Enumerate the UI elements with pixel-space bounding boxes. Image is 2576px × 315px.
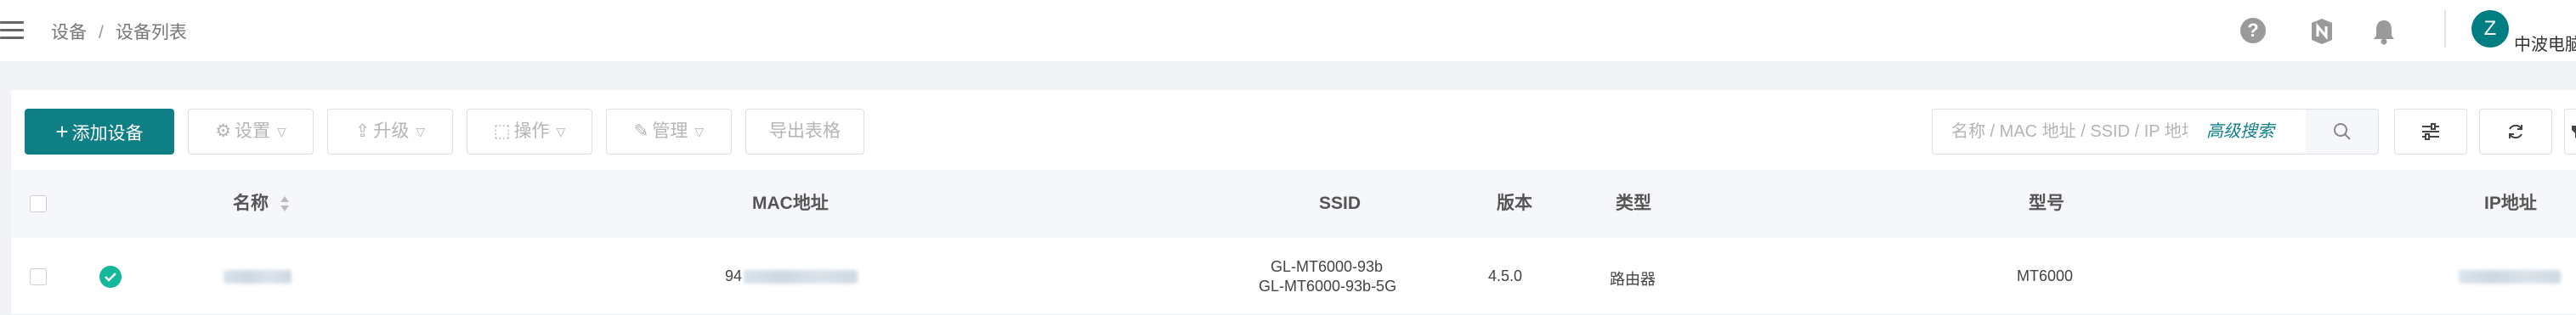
operate-label: 操作: [513, 121, 550, 141]
online-status-icon: [99, 266, 122, 288]
username[interactable]: 中波电脑: [2514, 31, 2576, 55]
gear-icon: ⚙: [215, 121, 232, 141]
chevron-down-icon: ▽: [694, 125, 705, 138]
column-type: 类型: [1616, 194, 1651, 213]
breadcrumb-device-list: 设备列表: [115, 23, 187, 42]
column-mac: MAC地址: [752, 194, 829, 213]
cursor-icon: ⬚: [493, 121, 511, 141]
add-device-button[interactable]: + 添加设备: [25, 109, 174, 155]
chevron-down-icon: ▽: [277, 125, 286, 138]
help-icon[interactable]: ?: [2240, 18, 2267, 45]
column-ssid: SSID: [1319, 194, 1362, 213]
header-divider: [2444, 10, 2446, 48]
sliders-icon: [2422, 123, 2439, 140]
mac-redacted: [744, 270, 858, 284]
export-table-button[interactable]: 导出表格: [745, 109, 864, 155]
menu-icon[interactable]: [0, 21, 25, 40]
bell-icon[interactable]: [2371, 18, 2398, 45]
upgrade-label: 升级: [373, 121, 410, 141]
upload-icon: ⇪: [354, 121, 371, 141]
chevron-down-icon: ▽: [416, 125, 426, 138]
add-device-label: 添加设备: [71, 124, 144, 143]
column-name[interactable]: 名称: [233, 170, 269, 238]
column-settings-button[interactable]: [2394, 109, 2467, 155]
notice-n-icon[interactable]: [2309, 18, 2336, 45]
refresh-icon: [2509, 124, 2522, 139]
device-type: 路由器: [1610, 271, 1656, 288]
settings-dropdown[interactable]: ⚙ 设置 ▽: [188, 109, 314, 155]
select-all-checkbox[interactable]: [30, 195, 47, 212]
table-row[interactable]: 94 GL-MT6000-93b GL-MT6000-93b-5G 4.5.0 …: [11, 238, 2576, 315]
search-icon: [2333, 123, 2351, 140]
row-checkbox[interactable]: [30, 268, 47, 285]
manage-label: 管理: [652, 121, 688, 141]
search-input[interactable]: [1933, 110, 2188, 154]
column-ip: IP地址: [2484, 194, 2537, 213]
ssid-2g: GL-MT6000-93b: [1271, 258, 1384, 275]
mac-prefix: 94: [725, 267, 743, 284]
breadcrumb-separator: /: [99, 23, 104, 42]
avatar[interactable]: Z: [2471, 10, 2509, 48]
filter-button[interactable]: [2564, 109, 2576, 155]
column-model: 型号: [2029, 194, 2064, 213]
top-header: 设备 / 设备列表 ? Z 中波电脑: [0, 0, 2576, 61]
column-version: 版本: [1497, 194, 1532, 213]
breadcrumb: 设备 / 设备列表: [51, 19, 187, 44]
breadcrumb-devices[interactable]: 设备: [51, 23, 87, 42]
ssid-5g: GL-MT6000-93b-5G: [1259, 278, 1397, 295]
device-model: MT6000: [2017, 267, 2074, 284]
manage-dropdown[interactable]: ✎ 管理 ▽: [606, 109, 732, 155]
export-label: 导出表格: [769, 121, 841, 141]
device-name-redacted[interactable]: [224, 270, 292, 284]
table-header: 名称 MAC地址 SSID 版本 类型 型号 IP地址: [11, 170, 2576, 238]
firmware-version: 4.5.0: [1488, 267, 1523, 284]
edit-icon: ✎: [633, 121, 649, 141]
plus-icon: +: [55, 119, 69, 144]
search-button[interactable]: [2306, 109, 2379, 155]
advanced-search-link[interactable]: 高级搜索: [2206, 110, 2274, 154]
ip-redacted: [2459, 270, 2561, 284]
upgrade-dropdown[interactable]: ⇪ 升级 ▽: [327, 109, 453, 155]
sort-icon[interactable]: [279, 194, 291, 213]
device-list-panel: +添加设备 ⚙设置 ▽ ⇪升级 ▽ ⬚操作 ▽ ✎管理 ▽ 导出表格 高级搜索: [11, 90, 2576, 315]
operate-dropdown[interactable]: ⬚ 操作 ▽: [467, 109, 592, 155]
refresh-button[interactable]: [2479, 109, 2552, 155]
chevron-down-icon: ▽: [556, 125, 566, 138]
filter-icon: [2572, 126, 2576, 138]
settings-label: 设置: [235, 121, 271, 141]
search-box: 高级搜索: [1932, 109, 2318, 155]
